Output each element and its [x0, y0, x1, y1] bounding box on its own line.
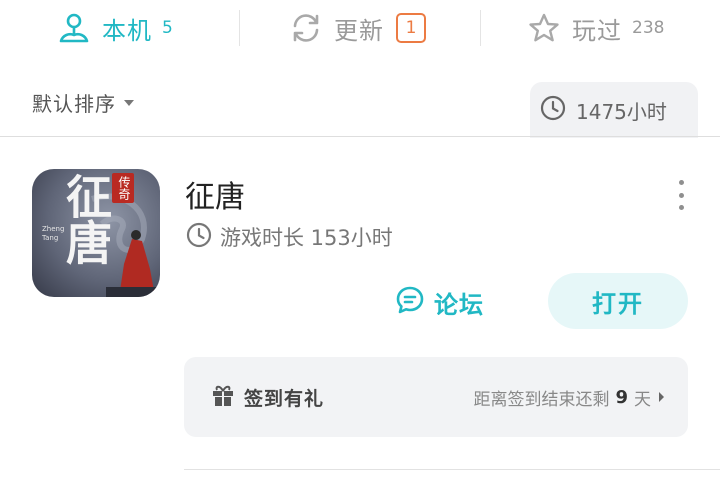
tab-update-label: 更新 [334, 16, 384, 45]
more-options-icon[interactable] [668, 180, 694, 210]
tab-divider [480, 10, 481, 46]
checkin-label: 签到有礼 [244, 387, 325, 410]
checkin-days: 9 [615, 386, 628, 408]
sort-label: 默认排序 [32, 92, 116, 116]
divider [0, 136, 720, 137]
chevron-right-icon [659, 392, 664, 402]
chat-bubble-icon [394, 284, 426, 320]
game-icon-sub-text: Zheng Tang [42, 225, 65, 242]
tab-played[interactable]: 玩过 238 [526, 8, 664, 48]
caret-down-icon [124, 99, 134, 106]
game-playtime: 游戏时长 153小时 [186, 222, 393, 252]
checkin-countdown: 距离签到结束还剩 9 天 [473, 385, 664, 410]
tab-played-label: 玩过 [572, 16, 622, 45]
checkin-prefix: 距离签到结束还剩 [473, 389, 610, 410]
divider [184, 469, 720, 470]
game-app-icon[interactable]: 征唐 传奇 Zheng Tang [32, 169, 160, 297]
forum-button-label: 论坛 [434, 290, 484, 319]
game-title: 征唐 [185, 180, 245, 215]
playtime-label: 游戏时长 153小时 [220, 226, 393, 250]
open-button-label: 打开 [592, 289, 644, 318]
tab-bar: 本机 5 更新 1 玩过 238 [0, 0, 720, 58]
tab-local-count: 5 [162, 18, 173, 38]
refresh-icon [288, 10, 324, 46]
tab-local[interactable]: 本机 5 [56, 8, 173, 48]
open-button[interactable]: 打开 [548, 273, 688, 329]
sort-dropdown[interactable]: 默认排序 [32, 88, 134, 117]
game-icon-main-text: 征唐 [59, 173, 113, 265]
user-device-icon [56, 10, 92, 46]
update-count-badge: 1 [396, 13, 426, 43]
star-icon [526, 10, 562, 46]
checkin-banner[interactable]: 签到有礼 距离签到结束还剩 9 天 [184, 357, 688, 437]
tab-divider [239, 10, 240, 46]
tab-update[interactable]: 更新 1 [288, 8, 426, 48]
total-playtime-value: 1475小时 [576, 99, 667, 124]
forum-button[interactable]: 论坛 [394, 280, 484, 324]
checkin-suffix: 天 [634, 389, 651, 410]
tab-played-count: 238 [632, 18, 665, 38]
gift-icon [210, 382, 236, 412]
clock-icon [186, 222, 212, 252]
tab-local-label: 本机 [102, 16, 152, 45]
clock-icon [540, 95, 566, 125]
game-icon-badge-text: 传奇 [112, 173, 134, 203]
total-playtime: 1475小时 [530, 82, 698, 138]
